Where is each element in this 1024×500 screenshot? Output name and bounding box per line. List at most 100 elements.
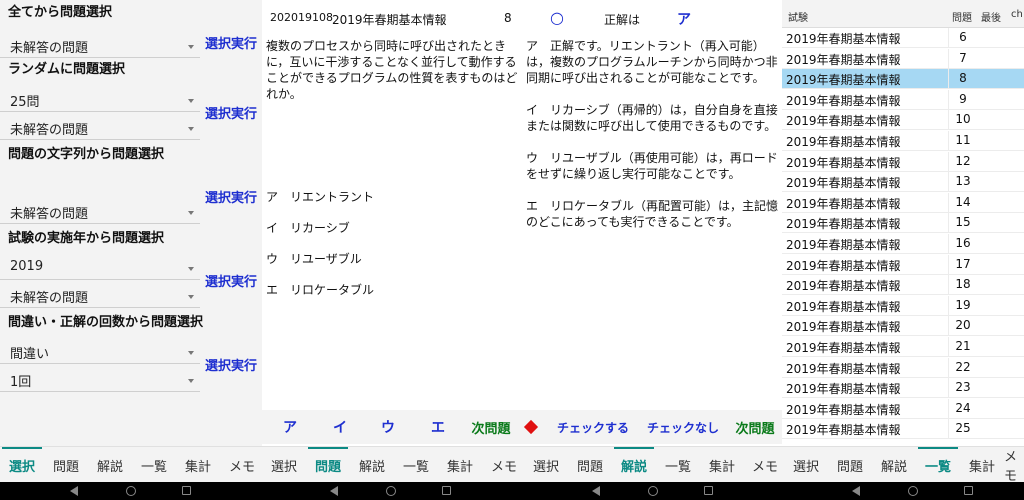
back-icon[interactable] — [592, 486, 600, 496]
execute-button-count[interactable]: 選択実行 — [200, 344, 262, 384]
tab-list[interactable]: 一覧 — [132, 447, 176, 483]
row-question-number: 24 — [955, 400, 971, 415]
tab-list[interactable]: 一覧 — [656, 447, 700, 483]
list-row[interactable]: 2019年春期基本情報 23 — [782, 378, 1024, 399]
list-row[interactable]: 2019年春期基本情報 19 — [782, 295, 1024, 316]
tab-memo[interactable]: メモ — [744, 447, 786, 483]
mistake-select[interactable]: 間違い — [0, 338, 200, 364]
execute-button-year[interactable]: 選択実行 — [200, 260, 262, 300]
status-select-string[interactable]: 未解答の問題 — [0, 198, 200, 224]
tab-summary[interactable]: 集計 — [438, 447, 482, 483]
tab-select[interactable]: 選択 — [0, 447, 44, 483]
count-select[interactable]: 25問 — [0, 86, 200, 112]
list-row[interactable]: 2019年春期基本情報 6 — [782, 28, 1024, 48]
execute-button-string[interactable]: 選択実行 — [200, 176, 262, 216]
answer-a-button[interactable]: ア — [270, 410, 310, 444]
select-value: 未解答の問題 — [10, 123, 89, 138]
uncheck-button[interactable]: チェックなし — [642, 410, 724, 444]
times-select[interactable]: 1回 — [0, 366, 200, 392]
list-row[interactable]: 2019年春期基本情報 20 — [782, 316, 1024, 337]
back-icon[interactable] — [330, 486, 338, 496]
dropdown-arrow-icon — [188, 211, 194, 215]
tab-select[interactable]: 選択 — [526, 447, 566, 483]
tab-memo[interactable]: メモ — [482, 447, 526, 483]
dropdown-arrow-icon — [188, 99, 194, 103]
string-input[interactable] — [0, 170, 200, 196]
list-row[interactable]: 2019年春期基本情報 13 — [782, 172, 1024, 193]
next-question-button-2[interactable]: 次問題 — [730, 410, 780, 444]
tab-list[interactable]: 一覧 — [394, 447, 438, 483]
status-select-all[interactable]: 未解答の問題 — [0, 32, 200, 58]
list-row[interactable]: 2019年春期基本情報 10 — [782, 110, 1024, 131]
tab-question[interactable]: 問題 — [828, 447, 872, 483]
list-row[interactable]: 2019年春期基本情報 9 — [782, 89, 1024, 110]
tab-summary[interactable]: 集計 — [700, 447, 744, 483]
row-exam: 2019年春期基本情報 — [786, 155, 901, 170]
section-title-random: ランダムに問題選択 — [8, 62, 126, 77]
tab-explanation[interactable]: 解説 — [88, 447, 132, 483]
row-question-number: 14 — [955, 194, 971, 209]
tab-explanation[interactable]: 解説 — [872, 447, 916, 483]
list-row[interactable]: 2019年春期基本情報 11 — [782, 131, 1024, 151]
next-question-button[interactable]: 次問題 — [466, 410, 516, 444]
recents-icon[interactable] — [964, 486, 973, 495]
row-question-number: 10 — [955, 112, 971, 127]
row-exam: 2019年春期基本情報 — [786, 114, 901, 129]
mark-button[interactable] — [518, 410, 544, 444]
list-row[interactable]: 2019年春期基本情報 22 — [782, 357, 1024, 378]
tab-summary[interactable]: 集計 — [960, 447, 1004, 483]
list-row[interactable]: 2019年春期基本情報 14 — [782, 192, 1024, 213]
list-row[interactable]: 2019年春期基本情報 7 — [782, 48, 1024, 69]
tab-question[interactable]: 問題 — [44, 447, 88, 483]
year-select[interactable]: 2019 — [0, 254, 200, 280]
tab-memo[interactable]: メモ — [220, 447, 264, 483]
tab-select[interactable]: 選択 — [264, 447, 304, 483]
tab-memo[interactable]: メモ — [1004, 447, 1024, 483]
row-exam: 2019年春期基本情報 — [786, 238, 901, 252]
exam-name: 2019年春期基本情報 — [332, 13, 447, 27]
tab-question[interactable]: 問題 — [568, 447, 612, 483]
home-icon[interactable] — [648, 486, 658, 496]
list-row[interactable]: 2019年春期基本情報 17 — [782, 254, 1024, 275]
status-select-random[interactable]: 未解答の問題 — [0, 114, 200, 140]
list-row[interactable]: 2019年春期基本情報 18 — [782, 275, 1024, 296]
column-divider — [948, 254, 949, 275]
list-row[interactable]: 2019年春期基本情報 12 — [782, 151, 1024, 172]
tab-list[interactable]: 一覧 — [916, 447, 960, 483]
check-button[interactable]: チェックする — [552, 410, 634, 444]
list-row[interactable]: 2019年春期基本情報 21 — [782, 337, 1024, 357]
execute-button-all[interactable]: 選択実行 — [200, 24, 262, 60]
back-icon[interactable] — [852, 486, 860, 496]
answer-u-button[interactable]: ウ — [368, 410, 408, 444]
row-exam: 2019年春期基本情報 — [786, 217, 901, 232]
tab-explanation[interactable]: 解説 — [612, 447, 656, 483]
home-icon[interactable] — [908, 486, 918, 496]
row-question-number: 13 — [955, 174, 971, 189]
tab-select[interactable]: 選択 — [786, 447, 826, 483]
list-row[interactable]: 2019年春期基本情報 8 — [782, 69, 1024, 90]
home-icon[interactable] — [126, 486, 136, 496]
row-exam: 2019年春期基本情報 — [786, 341, 901, 355]
list-row[interactable]: 2019年春期基本情報 24 — [782, 398, 1024, 419]
select-value: 未解答の問題 — [10, 41, 89, 56]
home-icon[interactable] — [386, 486, 396, 496]
row-question-number: 17 — [955, 256, 971, 271]
tab-summary[interactable]: 集計 — [176, 447, 220, 483]
column-divider — [948, 69, 949, 90]
tab-question[interactable]: 問題 — [306, 447, 350, 483]
column-divider — [948, 48, 949, 69]
header-check: ch — [1011, 9, 1023, 20]
row-exam: 2019年春期基本情報 — [786, 402, 901, 417]
recents-icon[interactable] — [442, 486, 451, 495]
list-row[interactable]: 2019年春期基本情報 16 — [782, 234, 1024, 254]
list-row[interactable]: 2019年春期基本情報 15 — [782, 213, 1024, 234]
status-select-year[interactable]: 未解答の問題 — [0, 282, 200, 308]
answer-e-button[interactable]: エ — [418, 410, 458, 444]
answer-i-button[interactable]: イ — [320, 410, 360, 444]
list-row[interactable]: 2019年春期基本情報 25 — [782, 419, 1024, 440]
execute-button-random[interactable]: 選択実行 — [200, 92, 262, 132]
back-icon[interactable] — [70, 486, 78, 496]
recents-icon[interactable] — [182, 486, 191, 495]
tab-explanation[interactable]: 解説 — [350, 447, 394, 483]
recents-icon[interactable] — [704, 486, 713, 495]
